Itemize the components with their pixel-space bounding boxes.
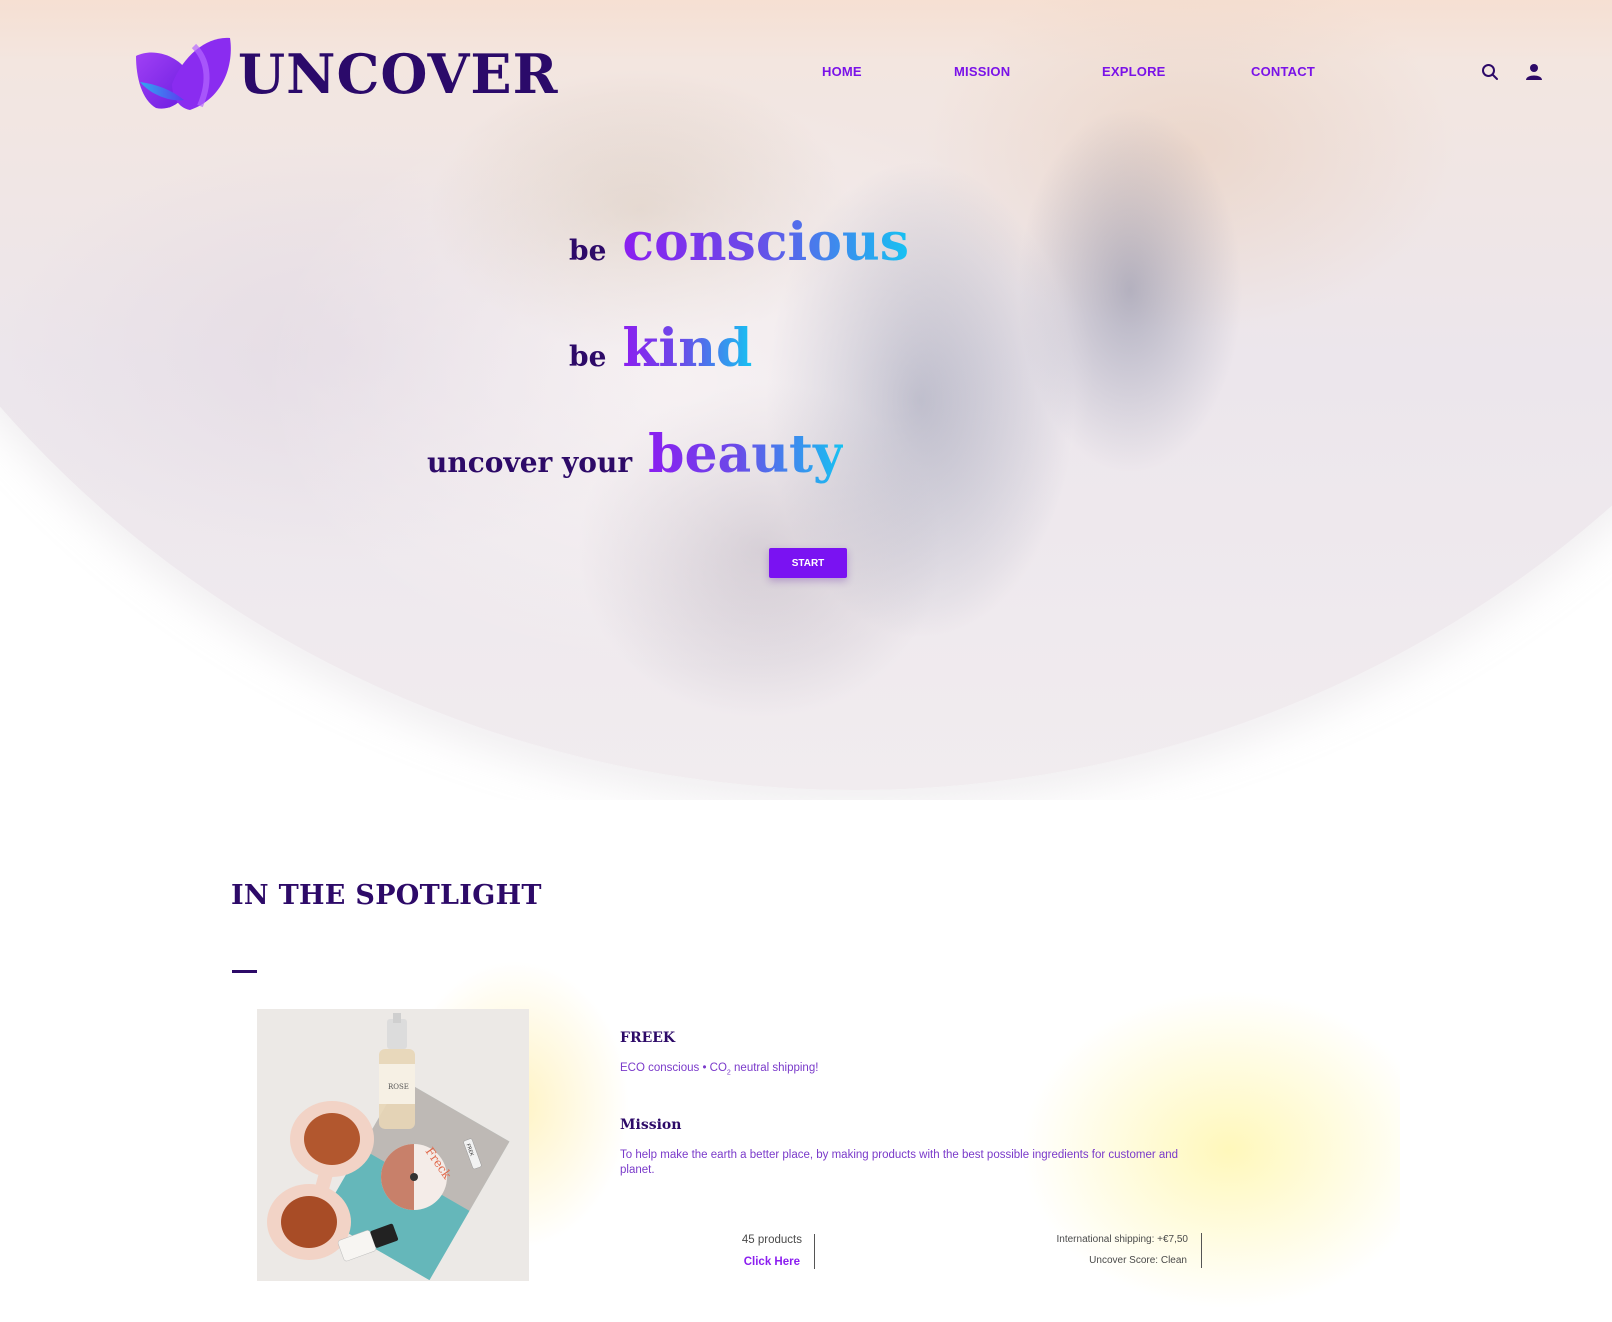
search-icon[interactable]: [1480, 62, 1500, 82]
hero-word: kind: [622, 318, 753, 379]
click-here-link[interactable]: Click Here: [700, 1256, 800, 1268]
logo[interactable]: UNCOVER: [134, 34, 558, 114]
uncover-score: Uncover Score: Clean: [1089, 1255, 1187, 1266]
hero-line-beauty: uncover your beauty: [427, 424, 843, 485]
divider: [1201, 1233, 1202, 1268]
hero-line-conscious: be conscious: [569, 212, 909, 273]
nav-home[interactable]: HOME: [822, 64, 862, 79]
hero-word: beauty: [648, 424, 844, 485]
bottle-label: ROSE: [388, 1083, 409, 1091]
nav-contact[interactable]: CONTACT: [1251, 64, 1315, 79]
brand-tagline: ECO conscious • CO2 neutral shipping!: [620, 1062, 819, 1077]
user-icon[interactable]: [1524, 62, 1544, 82]
divider: [814, 1234, 815, 1269]
spotlight-title: IN THE SPOTLIGHT: [231, 880, 542, 911]
leaf-logo-icon: [136, 37, 231, 110]
mission-text: To help make the earth a better place, b…: [620, 1149, 1179, 1176]
logo-text: UNCOVER: [238, 42, 559, 106]
nav-explore[interactable]: EXPLORE: [1102, 64, 1166, 79]
nav-mission[interactable]: MISSION: [954, 64, 1010, 79]
hero-lead: be: [569, 234, 607, 267]
title-divider: [232, 970, 257, 973]
hero-lead: be: [569, 340, 607, 373]
brand-name: FREEK: [620, 1030, 676, 1046]
mission-title: Mission: [620, 1117, 682, 1133]
product-flatlay-illustration: Freck ROSE FREK: [257, 1009, 529, 1281]
shipping-info: International shipping: +€7,50: [1056, 1234, 1189, 1245]
hero-lead: uncover your: [427, 446, 633, 479]
product-count: 45 products: [741, 1234, 802, 1246]
start-button[interactable]: START: [769, 548, 847, 578]
product-image[interactable]: Freck ROSE FREK: [257, 1009, 529, 1281]
hero-line-kind: be kind: [569, 318, 752, 379]
hero-word: conscious: [622, 212, 910, 273]
hero-background: [0, 0, 1612, 800]
